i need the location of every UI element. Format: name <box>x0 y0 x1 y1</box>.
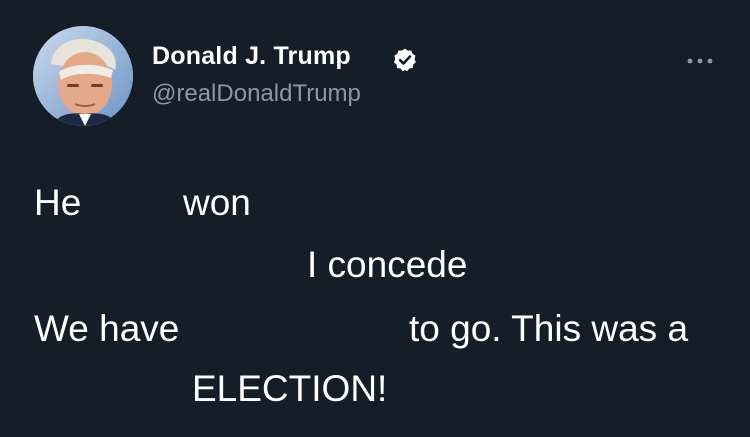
tweet-text-fragment: won <box>183 182 251 223</box>
display-name[interactable]: Donald J. Trump <box>152 42 351 71</box>
tweet-text-fragment: We have <box>34 308 180 349</box>
avatar-image <box>33 26 133 126</box>
verified-badge-icon <box>393 48 416 72</box>
user-handle[interactable]: @realDonaldTrump <box>152 80 361 108</box>
tweet-card: Donald J. Trump @realDonaldTrump He won … <box>0 0 750 437</box>
tweet-text-fragment: ELECTION! <box>192 368 388 409</box>
avatar[interactable] <box>33 26 133 126</box>
tweet-text-fragment: He <box>34 182 82 223</box>
tweet-text-fragment: I concede <box>307 244 468 285</box>
tweet-text-fragment: to go. This was a <box>409 308 689 349</box>
more-options-icon[interactable] <box>683 54 717 68</box>
